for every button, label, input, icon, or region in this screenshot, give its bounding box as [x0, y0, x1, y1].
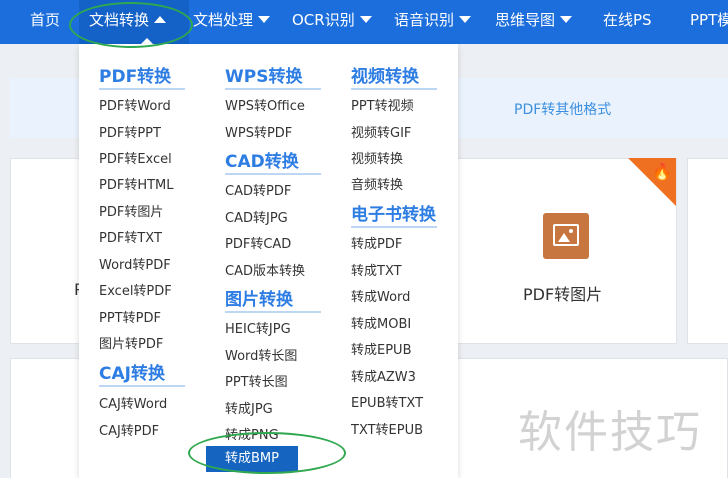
menu-item-video-convert[interactable]: 视频转换: [351, 148, 403, 167]
menu-item-ppt-to-pdf[interactable]: PPT转PDF: [99, 307, 161, 326]
annotation-circle-bmp: [188, 432, 346, 474]
menu-item-ebook-to-mobi[interactable]: 转成MOBI: [351, 313, 411, 332]
menu-item-to-jpg[interactable]: 转成JPG: [225, 398, 273, 417]
image-icon: [543, 213, 589, 259]
section-title-video: 视频转换: [351, 67, 419, 87]
section-divider: [225, 88, 321, 90]
nav-home[interactable]: 首页: [30, 0, 60, 44]
menu-item-ebook-to-txt[interactable]: 转成TXT: [351, 260, 402, 279]
nav-ppt[interactable]: PPT模: [690, 0, 728, 44]
menu-item-word-to-pdf[interactable]: Word转PDF: [99, 254, 171, 273]
annotation-circle-nav: [69, 2, 193, 48]
menu-item-pdf-to-txt[interactable]: PDF转TXT: [99, 227, 162, 246]
menu-item-cad-version[interactable]: CAD版本转换: [225, 260, 305, 279]
section-divider: [351, 88, 437, 90]
section-divider: [99, 88, 185, 90]
watermark: 软件技巧: [518, 407, 702, 458]
menu-item-word-to-long-image[interactable]: Word转长图: [225, 345, 297, 364]
menu-item-ppt-to-long-image[interactable]: PPT转长图: [225, 371, 288, 390]
menu-item-caj-to-word[interactable]: CAJ转Word: [99, 393, 167, 412]
banner-pdf-to-other[interactable]: PDF转其他格式: [514, 99, 611, 119]
nav-doc-process[interactable]: 文档处理: [193, 0, 271, 44]
nav-mindmap[interactable]: 思维导图: [495, 0, 573, 44]
nav-speech[interactable]: 语音识别: [394, 0, 472, 44]
chevron-down-icon: [359, 16, 372, 23]
menu-item-pdf-to-word[interactable]: PDF转Word: [99, 95, 171, 114]
menu-item-audio-convert[interactable]: 音频转换: [351, 174, 403, 193]
chevron-down-icon: [560, 16, 573, 23]
section-divider: [225, 173, 321, 175]
menu-item-cad-to-jpg[interactable]: CAD转JPG: [225, 207, 288, 226]
section-title-pdf: PDF转换: [99, 67, 172, 87]
menu-item-caj-to-pdf[interactable]: CAJ转PDF: [99, 420, 159, 439]
section-title-ebook: 电子书转换: [351, 205, 436, 225]
menu-item-image-to-pdf[interactable]: 图片转PDF: [99, 333, 163, 352]
menu-item-txt-to-epub[interactable]: TXT转EPUB: [351, 419, 423, 438]
section-title-cad: CAD转换: [225, 152, 299, 172]
nav-ocr[interactable]: OCR识别: [292, 0, 372, 44]
menu-item-video-to-gif[interactable]: 视频转GIF: [351, 122, 411, 141]
menu-item-pdf-to-ppt[interactable]: PDF转PPT: [99, 122, 161, 141]
tool-card-label: PDF转图片: [523, 285, 603, 304]
chevron-down-icon: [258, 16, 271, 23]
chevron-down-icon: [459, 16, 472, 23]
menu-item-excel-to-pdf[interactable]: Excel转PDF: [99, 280, 172, 299]
menu-item-pdf-to-cad[interactable]: PDF转CAD: [225, 233, 291, 252]
menu-item-ppt-to-video[interactable]: PPT转视频: [351, 95, 414, 114]
section-divider: [99, 385, 185, 387]
menu-item-heic-to-jpg[interactable]: HEIC转JPG: [225, 318, 291, 337]
menu-item-pdf-to-html[interactable]: PDF转HTML: [99, 174, 174, 193]
section-title-wps: WPS转换: [225, 67, 303, 87]
section-divider: [225, 311, 321, 313]
doc-convert-dropdown: PDF转换 PDF转Word PDF转PPT PDF转Excel PDF转HTM…: [79, 44, 458, 478]
menu-item-pdf-to-image[interactable]: PDF转图片: [99, 201, 163, 220]
menu-item-ebook-to-pdf[interactable]: 转成PDF: [351, 233, 402, 252]
menu-item-ebook-to-word[interactable]: 转成Word: [351, 286, 410, 305]
menu-item-ebook-to-epub[interactable]: 转成EPUB: [351, 339, 412, 358]
menu-item-cad-to-pdf[interactable]: CAD转PDF: [225, 180, 291, 199]
section-divider: [351, 226, 437, 228]
menu-item-ebook-to-azw3[interactable]: 转成AZW3: [351, 366, 416, 385]
menu-item-wps-to-office[interactable]: WPS转Office: [225, 95, 305, 114]
menu-item-pdf-to-excel[interactable]: PDF转Excel: [99, 148, 172, 167]
tool-card-right-edge[interactable]: [687, 158, 728, 344]
nav-online-ps[interactable]: 在线PS: [603, 0, 652, 44]
section-title-image: 图片转换: [225, 290, 293, 310]
menu-item-wps-to-pdf[interactable]: WPS转PDF: [225, 122, 292, 141]
menu-item-epub-to-txt[interactable]: EPUB转TXT: [351, 392, 423, 411]
section-title-caj: CAJ转换: [99, 364, 165, 384]
fire-icon: 🔥: [652, 162, 672, 181]
